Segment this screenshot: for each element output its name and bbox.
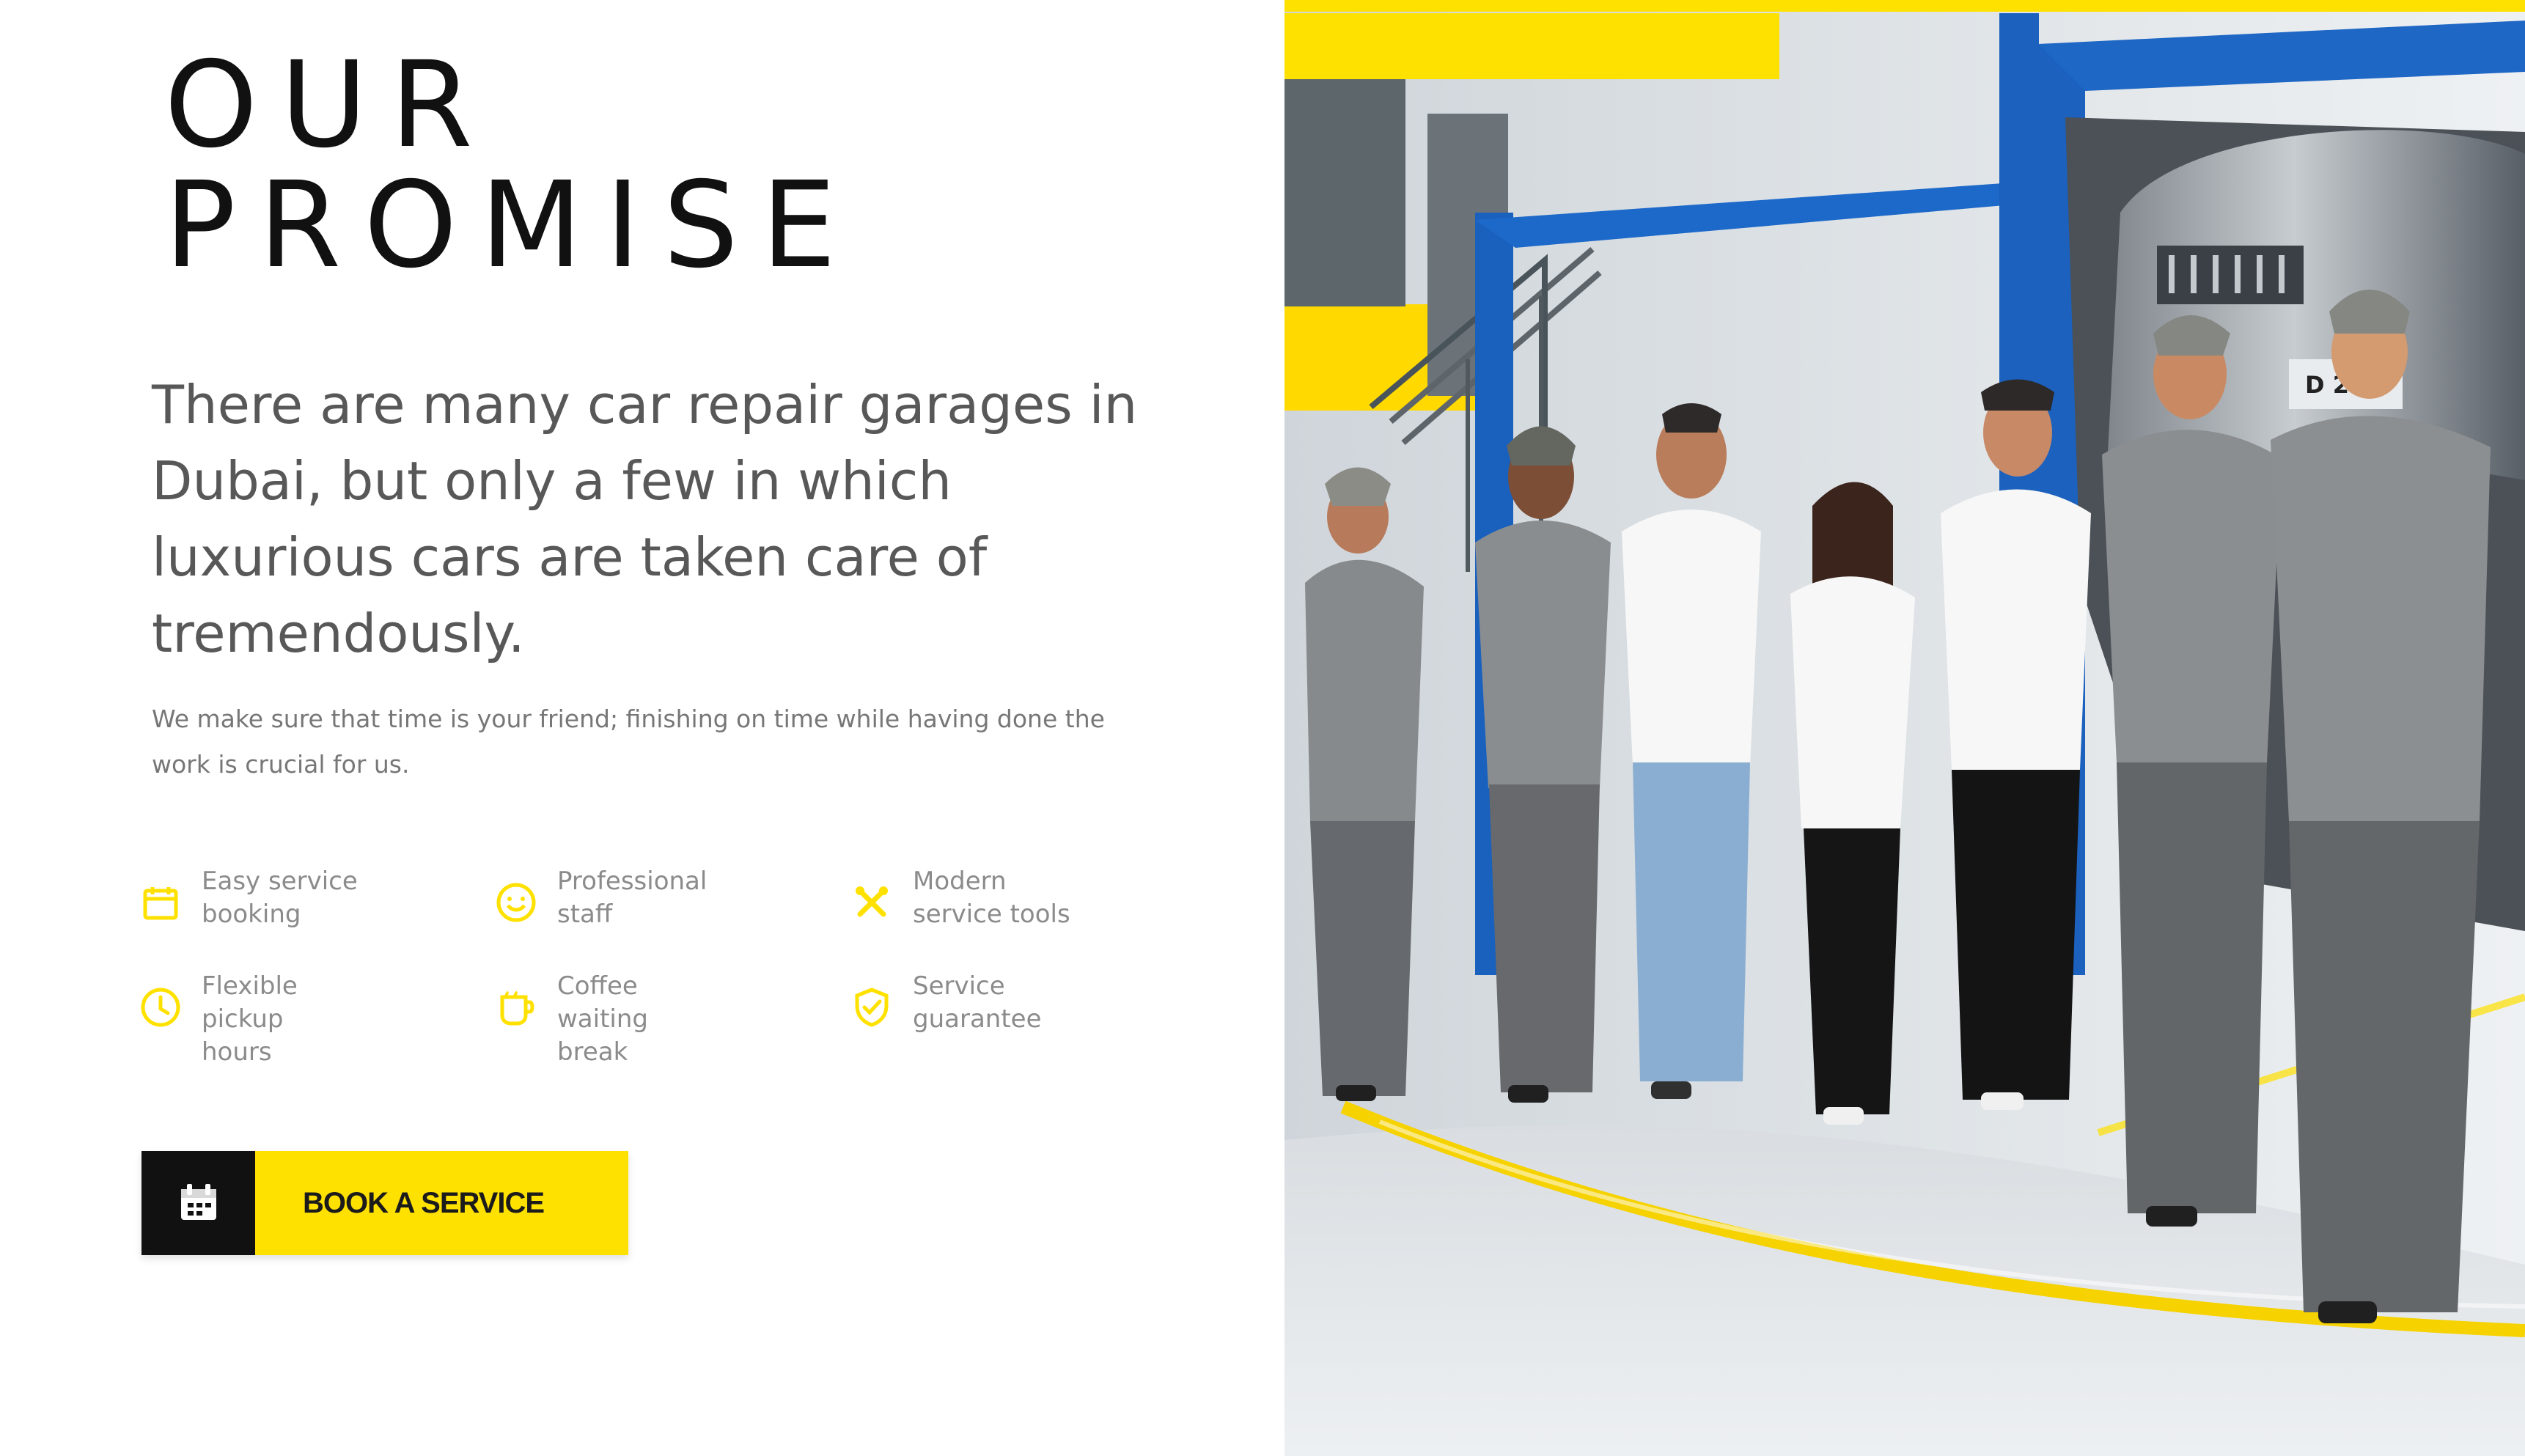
feature-label: Coffee waiting break [557, 971, 648, 1067]
book-service-icon-box [141, 1151, 255, 1255]
feature-flexible-pickup: Flexible pickup hours [139, 970, 411, 1069]
promise-content: OUR PROMISE There are many car repair ga… [0, 0, 1284, 1456]
promise-body: We make sure that time is your friend; f… [152, 705, 1105, 779]
feature-professional-staff: Professional staff [495, 865, 766, 931]
feature-coffee-break: Coffee waiting break [495, 970, 766, 1069]
calendar-icon [180, 1184, 216, 1220]
team-member-7 [2271, 290, 2491, 1323]
feature-label: Modern service tools [913, 867, 1070, 929]
feature-label: Professional staff [557, 867, 707, 929]
coffee-icon [500, 990, 534, 1026]
smile-icon [496, 883, 536, 922]
feature-modern-tools: Modern service tools [850, 865, 1122, 931]
feature-label: Flexible pickup hours [202, 971, 298, 1067]
promise-lead: There are many car repair garages in Dub… [152, 374, 1138, 664]
book-service-label: BOOK A SERVICE [303, 1186, 545, 1219]
promise-title-line-1: OUR [164, 37, 496, 174]
feature-label: Service guarantee [913, 971, 1042, 1034]
garage-team-photo-illustration: D 28 [1284, 0, 2525, 1456]
tools-icon [856, 886, 888, 917]
calendar-icon [143, 887, 178, 920]
promise-title-line-2: PROMISE [164, 157, 859, 295]
book-service-label-box: BOOK A SERVICE [255, 1151, 628, 1255]
clock-icon [141, 988, 180, 1027]
garage-team-photo: D 28 [1284, 0, 2525, 1456]
feature-label: Easy service booking [202, 867, 358, 929]
team-member-6 [2102, 315, 2282, 1227]
book-service-button[interactable]: BOOK A SERVICE [141, 1151, 628, 1255]
promise-title: OUR PROMISE [164, 45, 859, 286]
shield-icon [855, 988, 889, 1027]
feature-service-guarantee: Service guarantee [850, 970, 1122, 1036]
feature-easy-booking: Easy service booking [139, 865, 411, 931]
features-grid: Easy service booking Professional staff … [139, 854, 1210, 1081]
promise-page: OUR PROMISE There are many car repair ga… [0, 0, 2525, 1456]
